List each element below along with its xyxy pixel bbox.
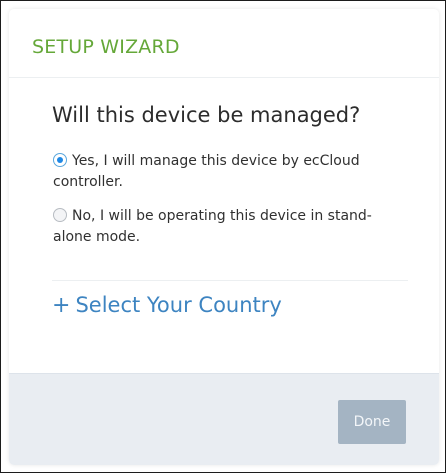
done-button[interactable]: Done xyxy=(338,400,406,444)
select-country-label: Select Your Country xyxy=(75,293,282,317)
radio-unselected-icon[interactable] xyxy=(53,208,67,222)
managed-no-label: No, I will be operating this device in s… xyxy=(53,208,372,245)
wizard-header: SETUP WIZARD xyxy=(9,9,439,78)
wizard-title: SETUP WIZARD xyxy=(32,36,180,58)
window-frame: SETUP WIZARD Will this device be managed… xyxy=(0,0,446,473)
managed-no-option[interactable]: No, I will be operating this device in s… xyxy=(53,206,383,248)
radio-selected-icon[interactable] xyxy=(53,153,67,167)
wizard-footer: Done xyxy=(9,373,439,465)
plus-icon: + xyxy=(52,293,71,318)
setup-wizard-panel: SETUP WIZARD Will this device be managed… xyxy=(9,9,439,465)
section-divider xyxy=(52,280,408,281)
managed-yes-label: Yes, I will manage this device by ecClou… xyxy=(53,153,360,190)
management-question: Will this device be managed? xyxy=(52,103,361,127)
managed-yes-option[interactable]: Yes, I will manage this device by ecClou… xyxy=(53,151,383,193)
select-country-link[interactable]: + Select Your Country xyxy=(52,293,282,318)
